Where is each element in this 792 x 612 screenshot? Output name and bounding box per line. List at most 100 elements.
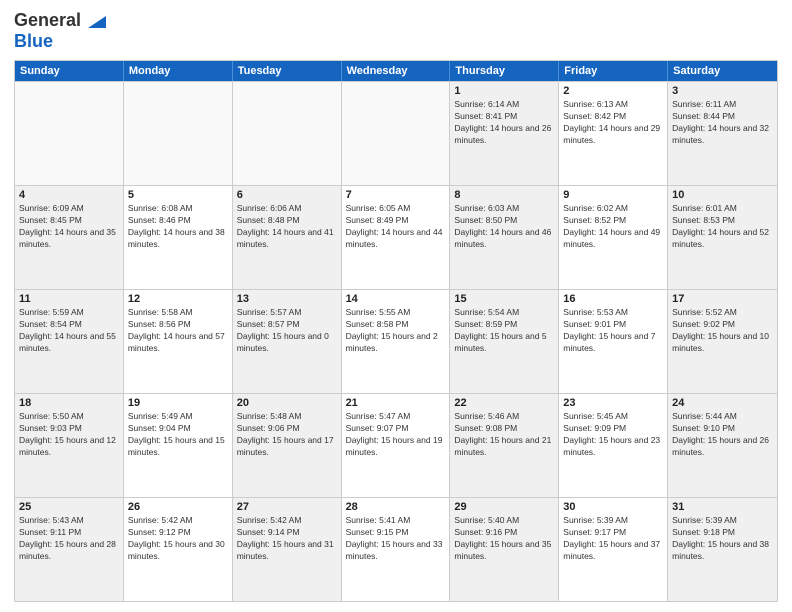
day-number: 11 [19, 293, 119, 305]
cell-info: Sunrise: 6:14 AMSunset: 8:41 PMDaylight:… [454, 99, 554, 147]
day-number: 10 [672, 189, 773, 201]
cell-info: Sunrise: 6:03 AMSunset: 8:50 PMDaylight:… [454, 203, 554, 251]
calendar-cell: 6 Sunrise: 6:06 AMSunset: 8:48 PMDaylight… [233, 186, 342, 289]
cell-info: Sunrise: 5:39 AMSunset: 9:18 PMDaylight:… [672, 515, 773, 563]
calendar-cell: 13 Sunrise: 5:57 AMSunset: 8:57 PMDayligh… [233, 290, 342, 393]
calendar-cell: 18 Sunrise: 5:50 AMSunset: 9:03 PMDayligh… [15, 394, 124, 497]
cell-info: Sunrise: 5:48 AMSunset: 9:06 PMDaylight:… [237, 411, 337, 459]
calendar-cell: 26Sunrise: 5:42 AMSunset: 9:12 PMDayligh… [124, 498, 233, 601]
day-number: 3 [672, 85, 773, 97]
calendar-cell: 16Sunrise: 5:53 AMSunset: 9:01 PMDayligh… [559, 290, 668, 393]
cell-info: Sunrise: 6:01 AMSunset: 8:53 PMDaylight:… [672, 203, 773, 251]
day-number: 9 [563, 189, 663, 201]
cell-info: Sunrise: 5:44 AMSunset: 9:10 PMDaylight:… [672, 411, 773, 459]
calendar-cell: 4 Sunrise: 6:09 AMSunset: 8:45 PMDaylight… [15, 186, 124, 289]
calendar-header: SundayMondayTuesdayWednesdayThursdayFrid… [15, 61, 777, 81]
day-number: 18 [19, 397, 119, 409]
day-number: 5 [128, 189, 228, 201]
cell-info: Sunrise: 5:39 AMSunset: 9:17 PMDaylight:… [563, 515, 663, 563]
header-day-tuesday: Tuesday [233, 61, 342, 81]
day-number: 30 [563, 501, 663, 513]
cell-info: Sunrise: 6:06 AMSunset: 8:48 PMDaylight:… [237, 203, 337, 251]
cell-info: Sunrise: 5:59 AMSunset: 8:54 PMDaylight:… [19, 307, 119, 355]
calendar-cell: 7Sunrise: 6:05 AMSunset: 8:49 PMDaylight… [342, 186, 451, 289]
calendar-cell: 20Sunrise: 5:48 AMSunset: 9:06 PMDayligh… [233, 394, 342, 497]
calendar-week-4: 18 Sunrise: 5:50 AMSunset: 9:03 PMDayligh… [15, 393, 777, 497]
calendar-cell: 14Sunrise: 5:55 AMSunset: 8:58 PMDayligh… [342, 290, 451, 393]
header-day-sunday: Sunday [15, 61, 124, 81]
cell-info: Sunrise: 5:58 AMSunset: 8:56 PMDaylight:… [128, 307, 228, 355]
calendar-cell: 8 Sunrise: 6:03 AMSunset: 8:50 PMDaylight… [450, 186, 559, 289]
cell-info: Sunrise: 5:52 AMSunset: 9:02 PMDaylight:… [672, 307, 773, 355]
calendar-cell: 17 Sunrise: 5:52 AMSunset: 9:02 PMDayligh… [668, 290, 777, 393]
day-number: 21 [346, 397, 446, 409]
cell-info: Sunrise: 5:49 AMSunset: 9:04 PMDaylight:… [128, 411, 228, 459]
calendar-week-2: 4 Sunrise: 6:09 AMSunset: 8:45 PMDaylight… [15, 185, 777, 289]
logo: General Blue [14, 10, 106, 52]
day-number: 25 [19, 501, 119, 513]
day-number: 4 [19, 189, 119, 201]
header-day-monday: Monday [124, 61, 233, 81]
cell-info: Sunrise: 6:09 AMSunset: 8:45 PMDaylight:… [19, 203, 119, 251]
cell-info: Sunrise: 5:53 AMSunset: 9:01 PMDaylight:… [563, 307, 663, 355]
calendar-cell: 31 Sunrise: 5:39 AMSunset: 9:18 PMDayligh… [668, 498, 777, 601]
cell-info: Sunrise: 5:41 AMSunset: 9:15 PMDaylight:… [346, 515, 446, 563]
logo-general: General [14, 10, 81, 30]
header-day-wednesday: Wednesday [342, 61, 451, 81]
day-number: 31 [672, 501, 773, 513]
calendar-cell [342, 82, 451, 185]
calendar-cell: 12 Sunrise: 5:58 AMSunset: 8:56 PMDayligh… [124, 290, 233, 393]
day-number: 12 [128, 293, 228, 305]
day-number: 29 [454, 501, 554, 513]
calendar-cell: 23Sunrise: 5:45 AMSunset: 9:09 PMDayligh… [559, 394, 668, 497]
calendar-cell: 10 Sunrise: 6:01 AMSunset: 8:53 PMDayligh… [668, 186, 777, 289]
cell-info: Sunrise: 6:11 AMSunset: 8:44 PMDaylight:… [672, 99, 773, 147]
day-number: 1 [454, 85, 554, 97]
day-number: 24 [672, 397, 773, 409]
calendar-week-1: 1 Sunrise: 6:14 AMSunset: 8:41 PMDaylight… [15, 81, 777, 185]
cell-info: Sunrise: 5:40 AMSunset: 9:16 PMDaylight:… [454, 515, 554, 563]
cell-info: Sunrise: 5:57 AMSunset: 8:57 PMDaylight:… [237, 307, 337, 355]
day-number: 17 [672, 293, 773, 305]
calendar-cell: 22Sunrise: 5:46 AMSunset: 9:08 PMDayligh… [450, 394, 559, 497]
calendar-cell: 27Sunrise: 5:42 AMSunset: 9:14 PMDayligh… [233, 498, 342, 601]
day-number: 27 [237, 501, 337, 513]
calendar-cell: 30 Sunrise: 5:39 AMSunset: 9:17 PMDayligh… [559, 498, 668, 601]
cell-info: Sunrise: 5:43 AMSunset: 9:11 PMDaylight:… [19, 515, 119, 563]
calendar-cell: 2 Sunrise: 6:13 AMSunset: 8:42 PMDaylight… [559, 82, 668, 185]
cell-info: Sunrise: 5:42 AMSunset: 9:12 PMDaylight:… [128, 515, 228, 563]
day-number: 19 [128, 397, 228, 409]
calendar-body: 1 Sunrise: 6:14 AMSunset: 8:41 PMDaylight… [15, 81, 777, 601]
calendar-cell: 15 Sunrise: 5:54 AMSunset: 8:59 PMDayligh… [450, 290, 559, 393]
day-number: 13 [237, 293, 337, 305]
calendar-cell: 25 Sunrise: 5:43 AMSunset: 9:11 PMDayligh… [15, 498, 124, 601]
calendar-week-5: 25 Sunrise: 5:43 AMSunset: 9:11 PMDayligh… [15, 497, 777, 601]
day-number: 8 [454, 189, 554, 201]
calendar: SundayMondayTuesdayWednesdayThursdayFrid… [14, 60, 778, 602]
cell-info: Sunrise: 6:02 AMSunset: 8:52 PMDaylight:… [563, 203, 663, 251]
logo-blue: Blue [14, 31, 53, 51]
cell-info: Sunrise: 5:55 AMSunset: 8:58 PMDaylight:… [346, 307, 446, 355]
day-number: 6 [237, 189, 337, 201]
calendar-cell: 21 Sunrise: 5:47 AMSunset: 9:07 PMDayligh… [342, 394, 451, 497]
header: General Blue [14, 10, 778, 52]
cell-info: Sunrise: 5:45 AMSunset: 9:09 PMDaylight:… [563, 411, 663, 459]
calendar-cell: 29 Sunrise: 5:40 AMSunset: 9:16 PMDayligh… [450, 498, 559, 601]
cell-info: Sunrise: 6:13 AMSunset: 8:42 PMDaylight:… [563, 99, 663, 147]
cell-info: Sunrise: 5:50 AMSunset: 9:03 PMDaylight:… [19, 411, 119, 459]
page: General Blue SundayMondayTuesdayWednesda… [0, 0, 792, 612]
logo-text: General Blue [14, 10, 106, 52]
calendar-cell [233, 82, 342, 185]
cell-info: Sunrise: 5:54 AMSunset: 8:59 PMDaylight:… [454, 307, 554, 355]
day-number: 15 [454, 293, 554, 305]
header-day-saturday: Saturday [668, 61, 777, 81]
calendar-cell: 9 Sunrise: 6:02 AMSunset: 8:52 PMDaylight… [559, 186, 668, 289]
cell-info: Sunrise: 5:47 AMSunset: 9:07 PMDaylight:… [346, 411, 446, 459]
calendar-week-3: 11 Sunrise: 5:59 AMSunset: 8:54 PMDayligh… [15, 289, 777, 393]
day-number: 2 [563, 85, 663, 97]
day-number: 22 [454, 397, 554, 409]
cell-info: Sunrise: 6:08 AMSunset: 8:46 PMDaylight:… [128, 203, 228, 251]
calendar-cell: 5 Sunrise: 6:08 AMSunset: 8:46 PMDaylight… [124, 186, 233, 289]
calendar-cell [124, 82, 233, 185]
logo-triangle-icon [88, 16, 106, 28]
